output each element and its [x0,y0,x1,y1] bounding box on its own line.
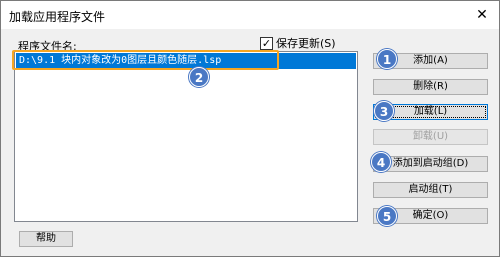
remove-button[interactable]: 删除(R) [373,79,488,95]
save-changes-checkbox[interactable]: ✓ 保存更新(S) [260,36,336,50]
checkbox-box[interactable]: ✓ [260,36,273,50]
file-list-item[interactable]: D:\9.1 块内对象改为0图层且颜色随层.lsp [16,53,356,69]
unload-button[interactable]: 卸载(U) [373,129,488,145]
title-bar[interactable]: 加载应用程序文件 ✕ [1,1,499,29]
startup-group-button[interactable]: 启动组(T) [373,182,488,198]
step-marker-1: 1 [377,49,397,69]
step-marker-2: 2 [189,67,209,87]
save-changes-label: 保存更新(S) [276,37,336,50]
step-marker-3: 3 [374,101,394,121]
close-icon[interactable]: ✕ [473,6,491,24]
step-marker-5: 5 [377,206,397,226]
help-button[interactable]: 帮助 [19,231,73,247]
load-application-dialog: 加载应用程序文件 ✕ 程序文件名: ✓ 保存更新(S) D:\9.1 块内对象改… [0,0,500,257]
step-marker-4: 4 [371,152,391,172]
window-title: 加载应用程序文件 [9,10,106,24]
program-file-list[interactable]: D:\9.1 块内对象改为0图层且颜色随层.lsp [14,51,358,222]
